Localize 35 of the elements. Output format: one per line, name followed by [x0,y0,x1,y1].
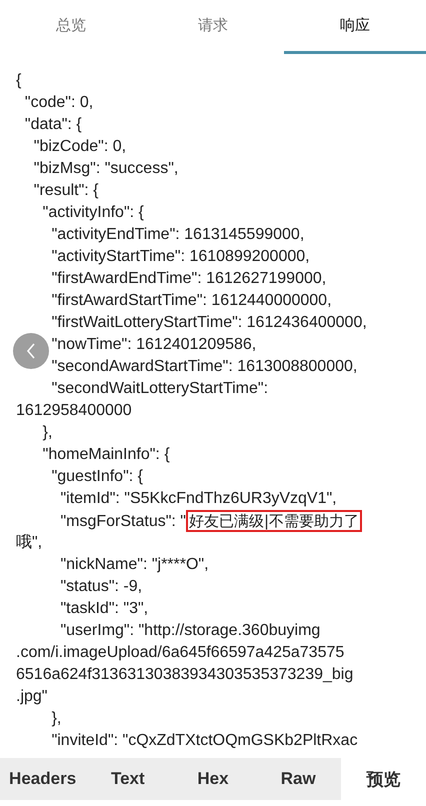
code-line: "inviteId": "cQxZdTXtctOQmGSKb2PltRxac [52,732,358,749]
code-line: "nowTime": 1612401209586, [52,336,256,353]
code-line: "homeMainInfo": { [42,446,170,463]
code-line: 哦", [16,534,42,551]
code-line: "activityStartTime": 1610899200000, [52,248,310,265]
tab[interactable]: 预览 [340,758,426,800]
code-line: "firstWaitLotteryStartTime": 1612436400000, [52,314,367,331]
code-line: "bizCode": 0, [34,138,126,155]
code-line: "userImg": "http://storage.360buyimg [60,622,320,639]
code-line: "itemId": "S5KkcFndThz6UR3yVzqV1", [60,490,337,507]
code-line: "result": { [34,182,98,199]
code-line: "status": -9, [60,578,142,595]
code-line: "firstAwardStartTime": 1612440000000, [52,292,332,309]
code-line: "data": { [24,116,82,133]
code-line: }, [52,710,62,727]
highlighted-text: 好友已满级|不需要助力了 [186,510,362,532]
code-line: "secondWaitLotteryStartTime": [52,380,268,397]
code-line: 1612958400000 [16,402,132,419]
code-line: "guestInfo": { [52,468,143,485]
code-line: "activityInfo": { [42,204,144,221]
code-line: .com/i.imageUpload/6a645f66597a425a73575 [16,644,344,661]
code-line: }, [42,424,52,441]
code-line: "msgForStatus": " [60,513,186,530]
code-line: "bizMsg": "success", [34,160,178,177]
chevron-left-icon [26,342,36,360]
code-line: "code": 0, [24,94,94,111]
code-line: "firstAwardEndTime": 1612627199000, [52,270,326,287]
code-line: "nickName": "j****O", [60,556,209,573]
code-line: "activityEndTime": 1613145599000, [52,226,304,243]
code-line: "taskId": "3", [60,600,148,617]
code-line: 6516a624f31363130383934303535373239_big [16,666,354,683]
back-button[interactable] [13,333,49,369]
code-line: .jpg" [16,688,48,705]
code-line: { [16,72,22,89]
code-line: "secondAwardStartTime": 1613008800000, [52,358,358,375]
